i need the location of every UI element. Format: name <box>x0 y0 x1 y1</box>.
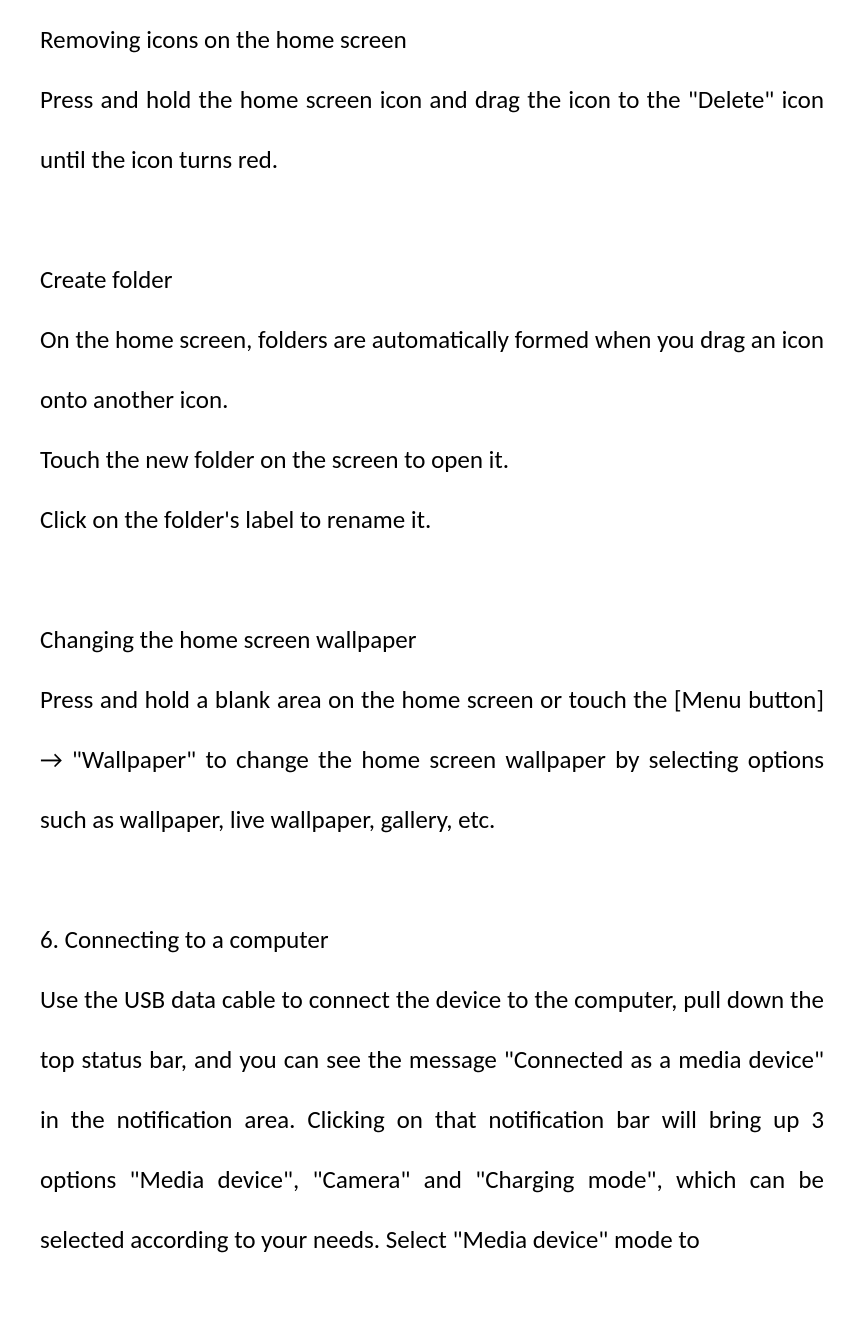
paragraph-wallpaper: Press and hold a blank area on the home … <box>40 670 824 850</box>
spacer <box>40 550 824 610</box>
paragraph-removing-icons: Press and hold the home screen icon and … <box>40 70 824 190</box>
section-removing-icons: Removing icons on the home screen Press … <box>40 10 824 190</box>
paragraph-connecting-computer: Use the USB data cable to connect the de… <box>40 970 824 1270</box>
heading-wallpaper: Changing the home screen wallpaper <box>40 610 824 670</box>
paragraph-create-folder-2: Touch the new folder on the screen to op… <box>40 430 824 490</box>
section-wallpaper: Changing the home screen wallpaper Press… <box>40 610 824 850</box>
spacer <box>40 850 824 910</box>
heading-connecting-computer: 6. Connecting to a computer <box>40 910 824 970</box>
paragraph-create-folder-1: On the home screen, folders are automati… <box>40 310 824 430</box>
paragraph-create-folder-3: Click on the folder's label to rename it… <box>40 490 824 550</box>
heading-create-folder: Create folder <box>40 250 824 310</box>
section-connecting-computer: 6. Connecting to a computer Use the USB … <box>40 910 824 1270</box>
heading-removing-icons: Removing icons on the home screen <box>40 10 824 70</box>
spacer <box>40 190 824 250</box>
section-create-folder: Create folder On the home screen, folder… <box>40 250 824 550</box>
